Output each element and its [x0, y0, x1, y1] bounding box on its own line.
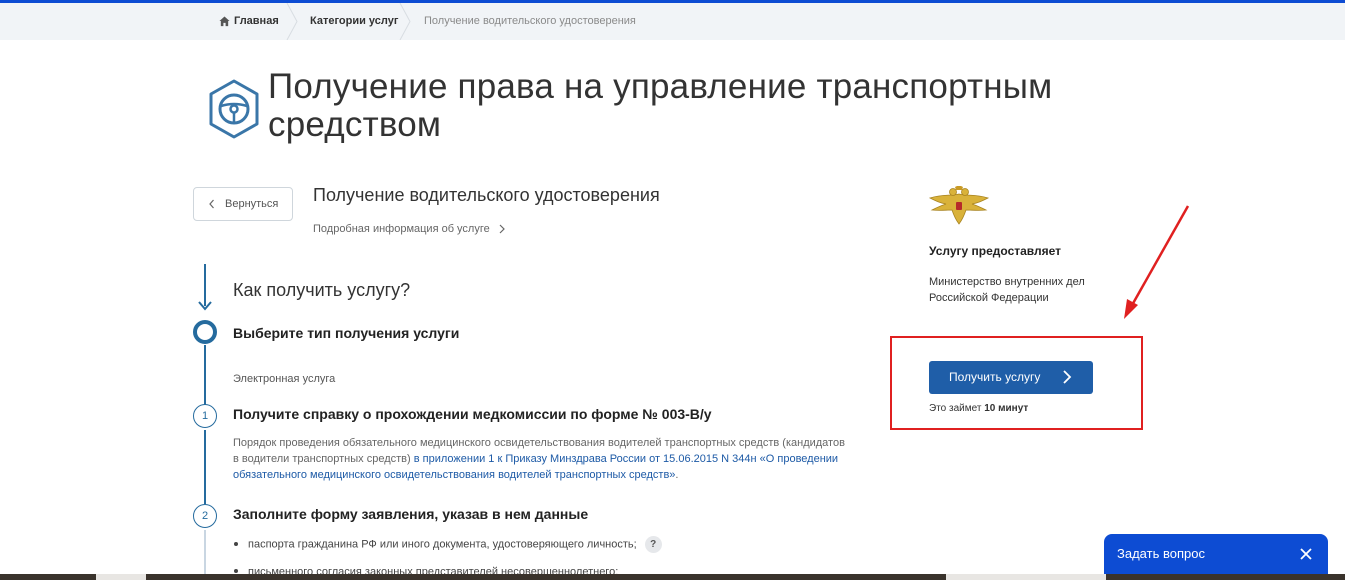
bullet-dot	[234, 569, 238, 574]
get-service-button[interactable]: Получить услугу	[929, 361, 1093, 394]
breadcrumb-current: Получение водительского удостоверения	[424, 15, 636, 27]
how-to-title: Как получить услугу?	[233, 280, 411, 300]
duration-prefix: Это займет	[929, 403, 982, 414]
arrow-down-icon	[198, 301, 212, 311]
breadcrumb-home[interactable]: Главная	[234, 3, 279, 40]
bottom-edge-segment	[946, 574, 1106, 580]
close-icon[interactable]	[1298, 546, 1314, 562]
service-type-label: Электронная услуга	[233, 373, 336, 385]
step-number-1: 1	[193, 404, 217, 428]
step-title: Выберите тип получения услуги	[233, 325, 460, 341]
step-current-marker	[193, 320, 217, 344]
service-details-link[interactable]: Подробная информация об услуге	[313, 223, 507, 235]
provider-label: Услугу предоставляет	[929, 244, 1062, 258]
get-service-button-label: Получить услугу	[949, 370, 1041, 384]
service-title: Получение водительского удостоверения	[313, 185, 660, 205]
timeline-line	[204, 430, 206, 504]
step-description-end: .	[675, 469, 679, 481]
breadcrumb: Главная Категории услуг Получение водите…	[0, 3, 1345, 40]
step-title: Заполните форму заявления, указав в нем …	[233, 506, 589, 522]
back-button[interactable]: Вернуться	[193, 187, 293, 221]
page-title: Получение права на управление транспортн…	[268, 67, 1053, 144]
step-number-2: 2	[193, 504, 217, 528]
step-description: Порядок проведения обязательного медицин…	[233, 435, 853, 483]
back-button-label: Вернуться	[225, 198, 279, 210]
breadcrumb-categories[interactable]: Категории услуг	[310, 3, 398, 40]
bottom-edge-segment	[96, 574, 146, 580]
timeline-line	[204, 345, 206, 405]
ask-question-label: Задать вопрос	[1117, 546, 1205, 561]
provider-name: Министерство внутренних дел Российской Ф…	[929, 276, 1085, 304]
breadcrumb-separator	[399, 3, 411, 40]
duration-note: Это займет 10 минут	[929, 403, 1028, 414]
list-item-text: паспорта гражданина РФ или иного докумен…	[248, 538, 637, 551]
steering-wheel-icon	[209, 79, 259, 139]
step-title: Получите справку о прохождении медкомисс…	[233, 406, 712, 422]
service-details-label: Подробная информация об услуге	[313, 223, 490, 235]
home-icon	[219, 16, 230, 27]
list-item: паспорта гражданина РФ или иного докумен…	[234, 536, 662, 553]
chevron-right-icon	[499, 224, 505, 234]
duration-value: 10 минут	[984, 403, 1029, 414]
bottom-edge-bar	[0, 574, 1345, 580]
breadcrumb-separator	[286, 3, 298, 40]
timeline-line	[204, 530, 206, 580]
double-headed-eagle-icon	[928, 186, 990, 225]
bullet-dot	[234, 541, 238, 546]
chevron-right-icon	[1063, 370, 1072, 384]
chevron-left-icon	[209, 199, 214, 209]
help-question-icon[interactable]: ?	[644, 536, 662, 553]
